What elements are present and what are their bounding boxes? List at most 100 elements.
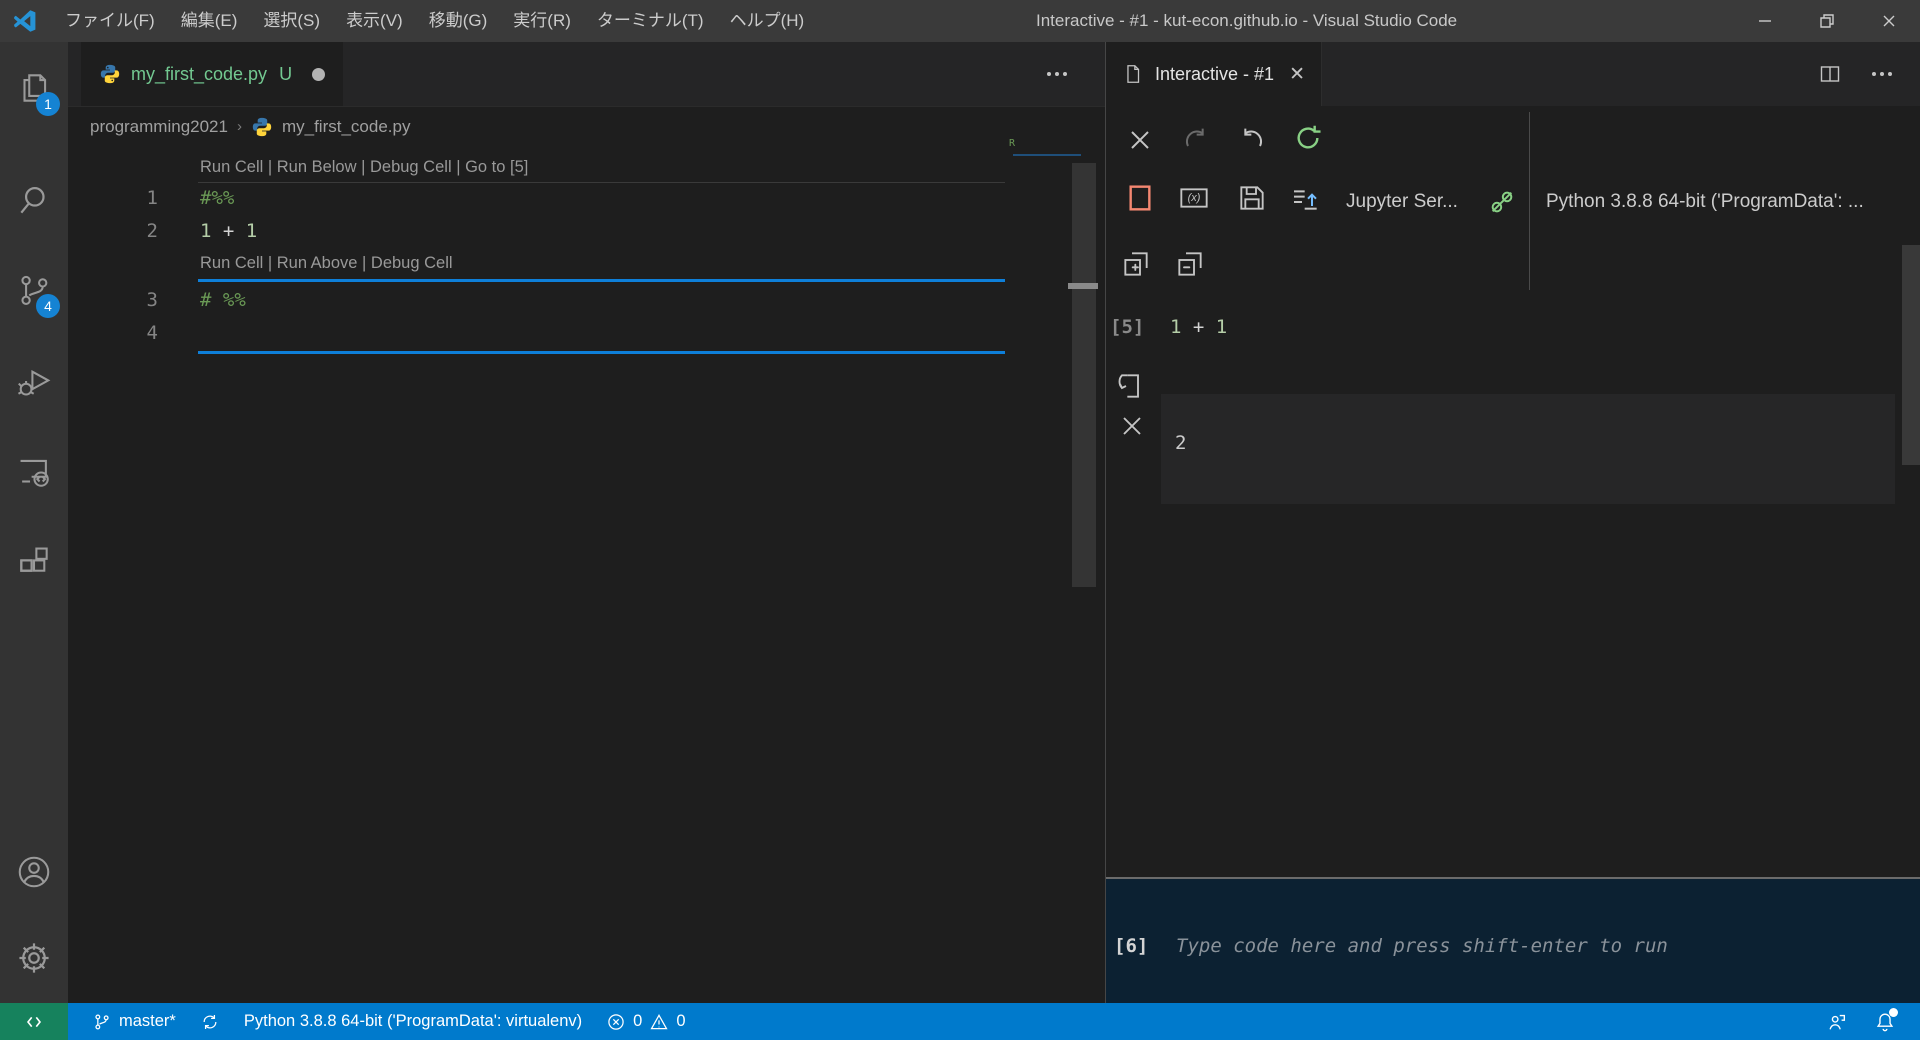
line-number: 2 bbox=[68, 215, 158, 248]
code-line-2: 2 1 + 1 bbox=[68, 215, 1105, 248]
clear-all-button[interactable] bbox=[1124, 124, 1156, 156]
tab-my-first-code[interactable]: my_first_code.py U bbox=[81, 42, 343, 106]
restart-kernel-button[interactable] bbox=[1292, 122, 1324, 154]
connected-icon bbox=[1486, 186, 1518, 218]
python-interpreter-status[interactable]: Python 3.8.8 64-bit ('ProgramData': virt… bbox=[244, 1012, 582, 1031]
close-window-button[interactable] bbox=[1858, 0, 1920, 42]
panel-more-actions-button[interactable] bbox=[1872, 72, 1892, 76]
undo-button[interactable] bbox=[1236, 124, 1268, 156]
branch-icon bbox=[92, 1012, 112, 1032]
status-bar: master* Python 3.8.8 64-bit ('ProgramDat… bbox=[0, 1003, 1920, 1040]
split-editor-icon[interactable] bbox=[1818, 62, 1842, 86]
close-tab-icon[interactable]: ✕ bbox=[1289, 63, 1305, 86]
interactive-input[interactable]: [6] Type code here and press shift-enter… bbox=[1106, 877, 1920, 1003]
menu-terminal[interactable]: ターミナル(T) bbox=[584, 0, 717, 42]
error-icon bbox=[606, 1012, 626, 1032]
codelens-run-cell-mid[interactable]: Run Cell | Run Above | Debug Cell bbox=[200, 249, 453, 277]
remote-explorer-icon bbox=[15, 453, 53, 491]
sidebar-item-remote-explorer[interactable] bbox=[0, 442, 68, 502]
remove-cell-button[interactable] bbox=[1116, 410, 1148, 442]
debug-icon bbox=[15, 363, 53, 401]
sidebar-item-source-control[interactable]: 4 bbox=[0, 260, 68, 320]
menu-file[interactable]: ファイル(F) bbox=[52, 0, 168, 42]
remote-icon bbox=[23, 1011, 45, 1033]
code-line-3: 3 # %% bbox=[68, 284, 1105, 317]
interactive-body: (x) Jupyter Ser... Python 3.8.8 64-bit (… bbox=[1106, 106, 1920, 1003]
breadcrumb-file[interactable]: my_first_code.py bbox=[282, 117, 411, 137]
sync-button[interactable] bbox=[200, 1012, 220, 1032]
tab-label: my_first_code.py bbox=[131, 64, 267, 85]
number-token: 1 bbox=[246, 220, 257, 242]
export-button[interactable] bbox=[1290, 182, 1322, 214]
editor-group: my_first_code.py U programming2021 › my_… bbox=[68, 42, 1105, 1003]
menu-selection[interactable]: 選択(S) bbox=[250, 0, 333, 42]
code-text: #%% bbox=[200, 182, 234, 215]
gear-icon bbox=[15, 939, 53, 977]
scm-badge: 4 bbox=[36, 294, 60, 318]
modified-indicator-dot[interactable] bbox=[312, 68, 325, 81]
cell-output-value: 2 bbox=[1175, 432, 1186, 454]
python-kernel-selector[interactable]: Python 3.8.8 64-bit ('ProgramData': ... bbox=[1546, 191, 1864, 213]
problems-status[interactable]: 0 0 bbox=[606, 1012, 685, 1032]
python-file-icon bbox=[251, 116, 273, 138]
interrupt-kernel-button[interactable] bbox=[1124, 182, 1156, 214]
code-editor[interactable]: Run Cell | Run Below | Debug Cell | Go t… bbox=[68, 145, 1105, 1003]
codelens-run-cell-top[interactable]: Run Cell | Run Below | Debug Cell | Go t… bbox=[200, 153, 528, 181]
menu-help[interactable]: ヘルプ(H) bbox=[717, 0, 818, 42]
goto-source-button[interactable] bbox=[1114, 370, 1146, 402]
panel-scrollbar[interactable] bbox=[1902, 245, 1920, 465]
error-count: 0 bbox=[633, 1012, 642, 1031]
interpreter-label: Python 3.8.8 64-bit ('ProgramData': virt… bbox=[244, 1012, 582, 1031]
operator-token: + bbox=[211, 220, 245, 242]
variables-label: (x) bbox=[1188, 192, 1201, 204]
title-bar: ファイル(F) 編集(E) 選択(S) 表示(V) 移動(G) 実行(R) ター… bbox=[0, 0, 1920, 42]
menu-go[interactable]: 移動(G) bbox=[416, 0, 501, 42]
line-number: 4 bbox=[68, 317, 158, 350]
input-placeholder: Type code here and press shift-enter to … bbox=[1176, 935, 1668, 957]
notifications-button[interactable] bbox=[1874, 1011, 1896, 1033]
expand-all-button[interactable] bbox=[1120, 248, 1152, 280]
menu-edit[interactable]: 編集(E) bbox=[168, 0, 251, 42]
number-token: 1 bbox=[1170, 316, 1181, 338]
menu-run[interactable]: 実行(R) bbox=[500, 0, 584, 42]
sidebar-item-explorer[interactable]: 1 bbox=[0, 58, 68, 118]
python-file-icon bbox=[99, 63, 121, 85]
settings-button[interactable] bbox=[0, 928, 68, 988]
save-button[interactable] bbox=[1236, 182, 1268, 214]
editor-more-actions-button[interactable] bbox=[1047, 72, 1067, 76]
warning-icon bbox=[649, 1012, 669, 1032]
editor-scrollbar-marker bbox=[1068, 283, 1098, 289]
git-branch-status[interactable]: master* bbox=[92, 1012, 176, 1032]
sidebar-item-run-debug[interactable] bbox=[0, 352, 68, 412]
editor-scrollbar[interactable] bbox=[1072, 163, 1096, 587]
overview-artifact-text: R bbox=[1009, 138, 1015, 149]
branch-name: master* bbox=[119, 1012, 176, 1031]
breadcrumb-folder[interactable]: programming2021 bbox=[90, 117, 228, 137]
feedback-icon[interactable] bbox=[1826, 1011, 1848, 1033]
collapse-all-button[interactable] bbox=[1174, 248, 1206, 280]
sidebar-item-search[interactable] bbox=[0, 170, 68, 230]
number-token: 1 bbox=[1216, 316, 1227, 338]
chevron-right-icon: › bbox=[237, 118, 242, 135]
account-button[interactable] bbox=[0, 842, 68, 902]
jupyter-server-status[interactable]: Jupyter Ser... bbox=[1346, 191, 1458, 213]
menu-view[interactable]: 表示(V) bbox=[333, 0, 416, 42]
tab-interactive[interactable]: Interactive - #1 ✕ bbox=[1106, 42, 1322, 106]
git-status-untracked: U bbox=[279, 64, 292, 85]
notification-dot bbox=[1889, 1008, 1898, 1017]
cell-execution-count: [5] bbox=[1110, 316, 1144, 338]
overview-artifact-line bbox=[1013, 154, 1081, 156]
variable-explorer-button[interactable]: (x) bbox=[1178, 182, 1210, 214]
sidebar-item-extensions[interactable] bbox=[0, 532, 68, 592]
number-token: 1 bbox=[200, 220, 211, 242]
warning-count: 0 bbox=[676, 1012, 685, 1031]
line-number: 1 bbox=[68, 182, 158, 215]
restore-button[interactable] bbox=[1796, 0, 1858, 42]
redo-button[interactable] bbox=[1180, 124, 1212, 156]
minimize-button[interactable] bbox=[1734, 0, 1796, 42]
account-icon bbox=[15, 853, 53, 891]
window-title: Interactive - #1 - kut-econ.github.io - … bbox=[1036, 0, 1457, 42]
cell-output: 2 bbox=[1161, 394, 1895, 504]
remote-indicator[interactable] bbox=[0, 1003, 68, 1040]
active-cell-border-bottom bbox=[198, 351, 1005, 354]
